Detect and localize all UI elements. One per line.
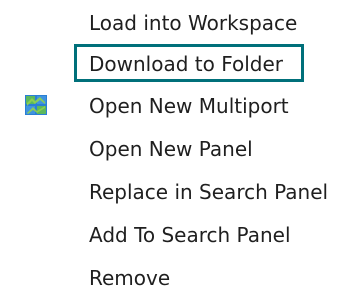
menu-item-label: Add To Search Panel [89, 223, 291, 247]
menu-item-open-new-panel[interactable]: Open New Panel [0, 129, 343, 169]
menu-item-label: Download to Folder [89, 52, 284, 76]
context-menu: Load into Workspace Download to Folder O… [0, 0, 343, 297]
menu-item-label: Load into Workspace [89, 11, 298, 35]
menu-item-download-to-folder[interactable]: Download to Folder [0, 44, 343, 84]
menu-item-open-new-multiport[interactable]: Open New Multiport [0, 86, 343, 126]
multiport-grid-icon [25, 95, 47, 115]
menu-item-replace-in-search-panel[interactable]: Replace in Search Panel [0, 172, 343, 212]
menu-item-label: Open New Multiport [89, 94, 289, 118]
menu-item-label: Remove [89, 266, 171, 290]
menu-item-add-to-search-panel[interactable]: Add To Search Panel [0, 215, 343, 255]
menu-item-label: Open New Panel [89, 137, 253, 161]
menu-item-load-into-workspace[interactable]: Load into Workspace [0, 3, 343, 43]
menu-item-label: Replace in Search Panel [89, 180, 329, 204]
menu-item-remove[interactable]: Remove [0, 258, 343, 297]
